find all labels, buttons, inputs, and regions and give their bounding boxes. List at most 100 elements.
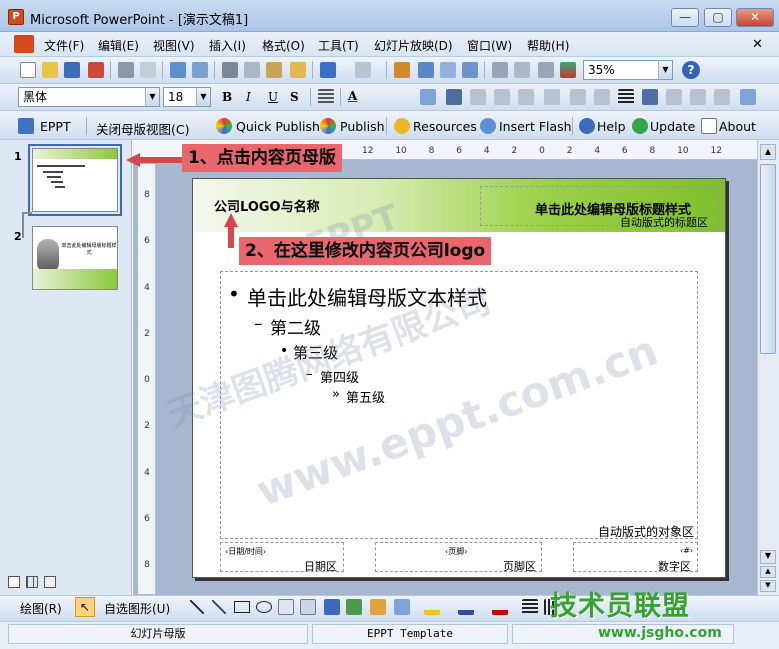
menu-file[interactable]: 文件(F) (44, 37, 84, 54)
print-preview-icon[interactable] (140, 62, 156, 78)
resources-button[interactable]: Resources (413, 119, 477, 134)
font-combo[interactable]: 黑体 ▼ (18, 87, 160, 107)
rotate-icon[interactable] (518, 89, 534, 105)
color-grayscale-icon[interactable] (560, 62, 576, 78)
oval-tool-icon[interactable] (256, 601, 272, 613)
thumbnail-content-master[interactable] (28, 144, 122, 216)
insert-hyperlink-icon[interactable] (462, 62, 478, 78)
select-pointer-icon[interactable]: ↖ (75, 597, 95, 617)
menu-edit[interactable]: 编辑(E) (98, 37, 139, 54)
help-button[interactable]: Help (597, 119, 626, 134)
vertical-textbox-icon[interactable] (300, 599, 316, 615)
slide-layout-icon[interactable] (446, 89, 462, 105)
scrollbar-thumb[interactable] (760, 164, 776, 354)
menu-help[interactable]: 帮助(H) (527, 37, 569, 54)
document-icon[interactable] (14, 35, 34, 53)
menu-window[interactable]: 窗口(W) (467, 37, 512, 54)
font-size-combo[interactable]: 18 ▼ (163, 87, 211, 107)
show-grid-icon[interactable] (538, 62, 554, 78)
normal-view-icon[interactable] (8, 576, 20, 588)
textbox-tool-icon[interactable] (278, 599, 294, 615)
previous-slide-icon[interactable]: ▲ (760, 566, 776, 578)
eppt-button[interactable]: EPPT (40, 119, 71, 134)
maximize-button[interactable]: ▢ (704, 8, 732, 27)
close-button[interactable]: ✕ (736, 8, 774, 27)
slide-sorter-icon[interactable] (26, 576, 38, 588)
clipart-icon[interactable] (370, 599, 386, 615)
scroll-down-arrow-icon[interactable]: ▼ (760, 550, 776, 564)
permission-icon[interactable] (88, 62, 104, 78)
font-color-button[interactable]: A (348, 89, 357, 103)
scroll-up-arrow-icon[interactable]: ▲ (760, 144, 776, 160)
publish-button[interactable]: Publish (340, 119, 385, 134)
chevron-down-icon[interactable]: ▼ (196, 88, 210, 106)
expand-all-icon[interactable] (492, 62, 508, 78)
picture-tools-icon[interactable] (740, 89, 756, 105)
update-button[interactable]: Update (650, 119, 695, 134)
menu-tools[interactable]: 工具(T) (318, 37, 359, 54)
arrow-tool-icon[interactable] (212, 600, 226, 614)
italic-button[interactable]: I (246, 90, 251, 104)
line-style-bottom-icon[interactable] (522, 599, 538, 615)
close-master-view-button[interactable]: 关闭母版视图(C) (96, 119, 189, 138)
menu-insert[interactable]: 插入(I) (209, 37, 246, 54)
redo-icon[interactable] (355, 62, 371, 78)
publish-icon[interactable] (320, 118, 336, 134)
research-icon[interactable] (192, 62, 208, 78)
insert-flash-icon[interactable] (480, 118, 496, 134)
pen-icon[interactable] (714, 89, 730, 105)
insert-chart-icon[interactable] (394, 62, 410, 78)
effects-icon[interactable] (666, 89, 682, 105)
shadow-button[interactable]: S (290, 90, 299, 104)
menu-view[interactable]: 视图(V) (153, 37, 195, 54)
distribute-icon[interactable] (570, 89, 586, 105)
close-document-icon[interactable]: ✕ (752, 37, 763, 52)
crop-icon[interactable] (642, 89, 658, 105)
bold-button[interactable]: B (222, 90, 232, 104)
print-icon[interactable] (118, 62, 134, 78)
text-color-icon[interactable] (492, 599, 508, 615)
about-button[interactable]: About (719, 119, 756, 134)
autoshapes-menu-button[interactable]: 自选图形(U) (104, 600, 170, 617)
picture-icon[interactable] (394, 599, 410, 615)
animation-icon[interactable] (470, 89, 486, 105)
resources-icon[interactable] (394, 118, 410, 134)
show-formatting-icon[interactable] (514, 62, 530, 78)
minimize-button[interactable]: — (671, 8, 699, 27)
tables-borders-icon[interactable] (440, 62, 456, 78)
align-center-icon[interactable] (318, 89, 334, 105)
thumbnail-title-master[interactable]: 单击此处编辑母版标题样式 (32, 226, 118, 290)
copy-icon[interactable] (244, 62, 260, 78)
spelling-icon[interactable] (170, 62, 186, 78)
help-icon[interactable]: ? (682, 61, 700, 79)
about-icon[interactable] (701, 118, 717, 134)
zoom-combo[interactable]: 35% ▼ (583, 60, 673, 80)
help-circle-icon[interactable] (579, 118, 595, 134)
line-color-icon[interactable] (458, 599, 474, 615)
chevron-down-icon[interactable]: ▼ (658, 61, 672, 79)
menu-slideshow[interactable]: 幻灯片放映(D) (374, 37, 453, 54)
eppt-icon[interactable] (18, 118, 34, 134)
draw-menu-button[interactable]: 绘图(R) (20, 600, 62, 617)
quick-publish-icon[interactable] (216, 118, 232, 134)
open-icon[interactable] (42, 62, 58, 78)
rectangle-tool-icon[interactable] (234, 601, 250, 613)
quick-publish-button[interactable]: Quick Publish (236, 119, 320, 134)
cut-icon[interactable] (222, 62, 238, 78)
insert-flash-button[interactable]: Insert Flash (499, 119, 572, 134)
next-slide-icon[interactable]: ▼ (760, 580, 776, 592)
new-icon[interactable] (20, 62, 36, 78)
chevron-down-icon[interactable]: ▼ (145, 88, 159, 106)
align-objects-icon[interactable] (544, 89, 560, 105)
undo-icon[interactable] (320, 62, 336, 78)
format-painter-icon[interactable] (290, 62, 306, 78)
menu-format[interactable]: 格式(O) (262, 37, 305, 54)
wordart-icon[interactable] (324, 599, 340, 615)
paste-icon[interactable] (266, 62, 282, 78)
update-icon[interactable] (632, 118, 648, 134)
grouping-icon[interactable] (494, 89, 510, 105)
shape-icon[interactable] (690, 89, 706, 105)
fill-color-icon[interactable] (424, 599, 440, 615)
diagram-icon[interactable] (346, 599, 362, 615)
underline-button[interactable]: U (268, 90, 278, 104)
